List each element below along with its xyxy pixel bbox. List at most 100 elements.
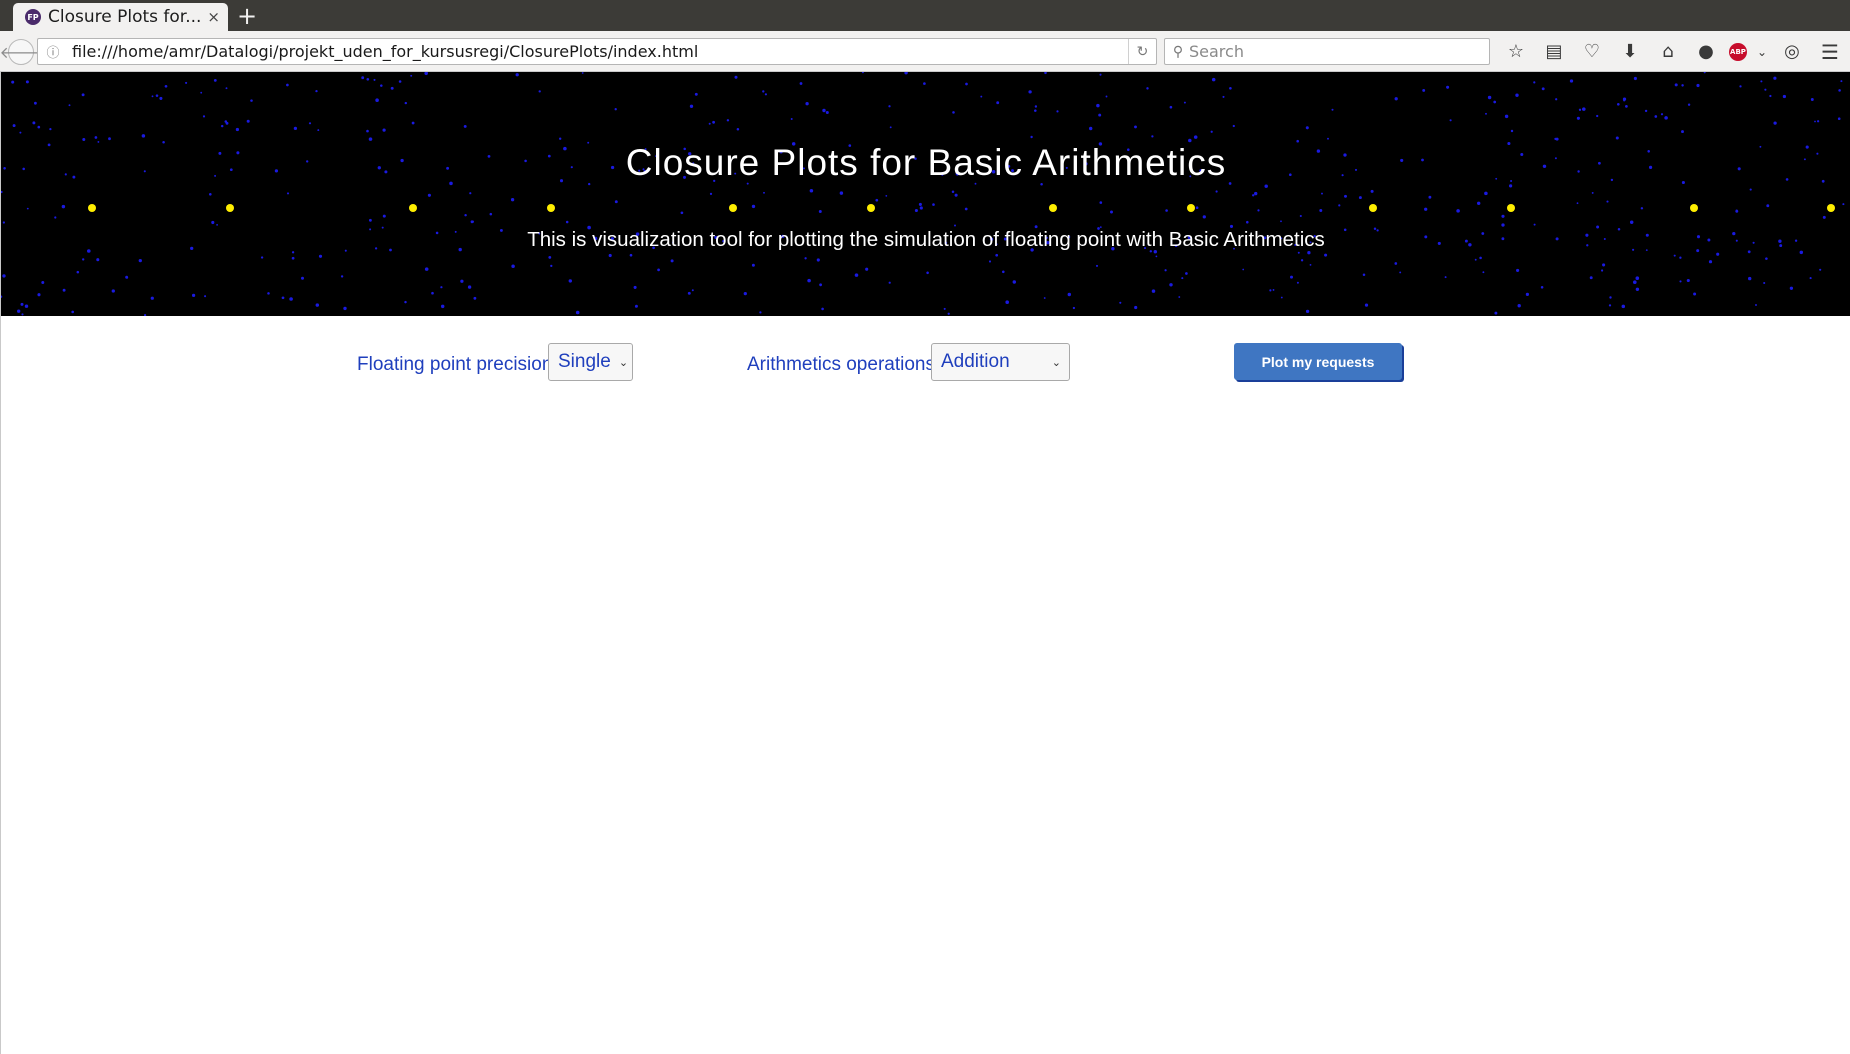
star-dot	[680, 211, 684, 215]
star-dot	[1151, 289, 1156, 293]
star-dot	[1034, 105, 1038, 108]
page-content: Closure Plots for Basic Arithmetics This…	[0, 72, 1850, 1054]
star-dot	[1716, 252, 1720, 256]
chevron-down-icon[interactable]: ⌄	[1751, 38, 1773, 65]
star-dot	[1596, 114, 1599, 118]
star-dot	[410, 74, 413, 77]
chevron-down-icon: ⌄	[1051, 355, 1061, 369]
star-dot	[1510, 129, 1514, 133]
nav-bar: 🡐 ⓘ file:///home/amr/Datalogi/projekt_ud…	[0, 31, 1850, 72]
sync-icon[interactable]: ◎	[1773, 38, 1811, 65]
star-dot	[691, 289, 694, 292]
url-text[interactable]: file:///home/amr/Datalogi/projekt_uden_f…	[72, 42, 1128, 61]
star-dot	[293, 126, 298, 131]
menu-icon[interactable]: ☰	[1816, 38, 1844, 65]
new-tab-button[interactable]: +	[234, 3, 260, 29]
star-dot	[375, 98, 379, 102]
star-dot	[1242, 268, 1245, 271]
star-icon[interactable]: ☆	[1497, 38, 1535, 65]
plot-button[interactable]: Plot my requests	[1234, 343, 1402, 380]
star-dot	[807, 278, 811, 283]
star-dot	[1185, 272, 1188, 275]
search-input[interactable]	[1189, 42, 1469, 61]
star-dot	[1331, 108, 1334, 111]
star-dot	[1134, 125, 1137, 129]
star-dot	[62, 288, 66, 292]
star-dot	[816, 258, 820, 262]
home-icon[interactable]: ⌂	[1649, 38, 1687, 65]
reload-icon[interactable]: ↻	[1128, 39, 1156, 64]
star-dot	[1635, 276, 1640, 280]
search-bar[interactable]: ⚲	[1164, 38, 1490, 65]
star-dot	[1300, 259, 1304, 262]
star-dot	[1232, 124, 1235, 128]
star-dot	[150, 296, 154, 300]
star-dot	[550, 264, 553, 268]
star-dot	[1540, 286, 1544, 289]
star-dot	[34, 101, 37, 105]
operation-select[interactable]: Addition ⌄	[931, 343, 1070, 381]
star-dot	[224, 120, 228, 123]
star-dot	[1338, 204, 1341, 207]
star-dot	[1370, 189, 1374, 193]
star-dot	[1748, 276, 1752, 281]
star-dot	[1555, 98, 1558, 101]
back-button[interactable]: 🡐	[0, 39, 42, 65]
star-dot	[1735, 209, 1739, 213]
precision-select[interactable]: Single ⌄	[548, 343, 633, 381]
highlight-dot	[409, 204, 417, 212]
star-dot	[919, 206, 923, 210]
star-dot	[343, 306, 347, 311]
star-dot	[548, 256, 552, 259]
url-bar[interactable]: ⓘ file:///home/amr/Datalogi/projekt_uden…	[37, 38, 1157, 65]
abp-icon[interactable]: ABP	[1725, 38, 1751, 65]
star-dot	[366, 129, 369, 133]
star-dot	[315, 303, 320, 307]
star-dot	[712, 120, 716, 124]
star-dot	[1819, 268, 1822, 271]
reader-list-icon[interactable]: ▤	[1535, 38, 1573, 65]
star-dot	[209, 193, 212, 196]
operation-label: Arithmetics operations	[747, 354, 935, 375]
star-dot	[267, 292, 270, 295]
download-icon[interactable]: ⬇	[1611, 38, 1649, 65]
star-dot	[81, 93, 85, 97]
star-dot	[1616, 102, 1620, 106]
star-dot	[964, 207, 968, 211]
star-dot	[1099, 73, 1102, 76]
star-dot	[954, 193, 958, 197]
close-tab-icon[interactable]: ×	[207, 8, 220, 26]
star-dot	[25, 80, 29, 84]
star-dot	[1044, 72, 1047, 75]
star-dot	[694, 92, 698, 96]
star-dot	[1525, 292, 1529, 296]
pocket-icon[interactable]: ♡	[1573, 38, 1611, 65]
tab-closure-plots[interactable]: FP Closure Plots for... ×	[13, 3, 228, 31]
chat-icon[interactable]: ●	[1687, 38, 1725, 65]
star-dot	[1305, 126, 1309, 130]
star-dot	[1446, 85, 1450, 89]
star-dot	[1364, 303, 1369, 307]
highlight-dot	[1369, 204, 1377, 212]
star-dot	[1165, 209, 1168, 212]
star-dot	[1252, 194, 1255, 197]
highlight-dot	[729, 204, 737, 212]
star-dot	[1280, 296, 1283, 299]
star-dot	[1766, 204, 1770, 208]
star-dot	[1005, 300, 1009, 304]
page-title: Closure Plots for Basic Arithmetics	[625, 142, 1227, 183]
star-dot	[799, 82, 803, 85]
star-dot	[1644, 109, 1648, 113]
info-icon[interactable]: ⓘ	[42, 42, 64, 61]
star-dot	[1773, 76, 1777, 80]
star-dot	[759, 311, 762, 314]
star-dot	[1838, 89, 1841, 92]
star-dot	[1428, 195, 1432, 199]
star-dot	[734, 75, 738, 79]
star-dot	[1474, 258, 1477, 261]
star-dot	[1602, 263, 1606, 267]
tab-title: Closure Plots for...	[48, 7, 202, 27]
star-dot	[1760, 80, 1763, 83]
star-dot	[1422, 88, 1426, 92]
highlight-dot	[1507, 204, 1515, 212]
